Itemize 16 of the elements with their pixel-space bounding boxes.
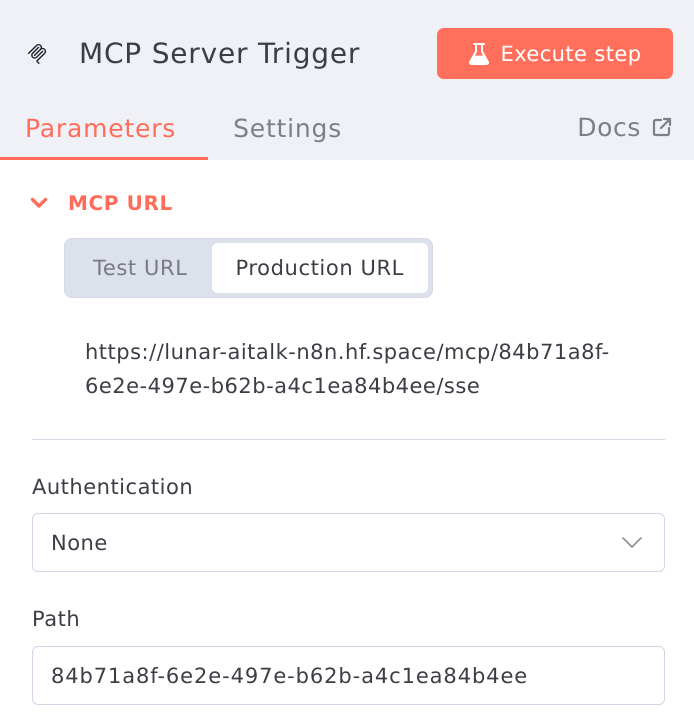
flask-icon bbox=[468, 42, 489, 64]
field-label: Authentication bbox=[32, 474, 194, 501]
dropdown-chevron-icon bbox=[622, 537, 642, 548]
path-input[interactable]: 84b71a8f-6e2e-497e-b62b-a4c1ea84b4ee bbox=[32, 646, 665, 705]
execute-step-button[interactable]: Execute step bbox=[437, 28, 673, 79]
url-type-option[interactable]: Production URL bbox=[212, 243, 428, 293]
external-link-icon bbox=[652, 117, 672, 137]
authentication-select[interactable]: None bbox=[32, 513, 665, 572]
section-toggle[interactable]: MCP URL bbox=[30, 190, 173, 215]
docs-link[interactable]: Docs bbox=[577, 97, 672, 160]
node-title: MCP Server Trigger bbox=[79, 37, 360, 70]
tab[interactable]: Parameters bbox=[0, 97, 208, 160]
tab[interactable]: Settings bbox=[208, 97, 374, 160]
url-type-option[interactable]: Test URL bbox=[69, 243, 212, 293]
webhook-url: https://lunar-aitalk-n8n.hf.space/mcp/84b71a8f-6e2e-497e-b62b-a4c1ea84b4ee/sse bbox=[85, 339, 611, 400]
field-label: Path bbox=[32, 606, 82, 633]
